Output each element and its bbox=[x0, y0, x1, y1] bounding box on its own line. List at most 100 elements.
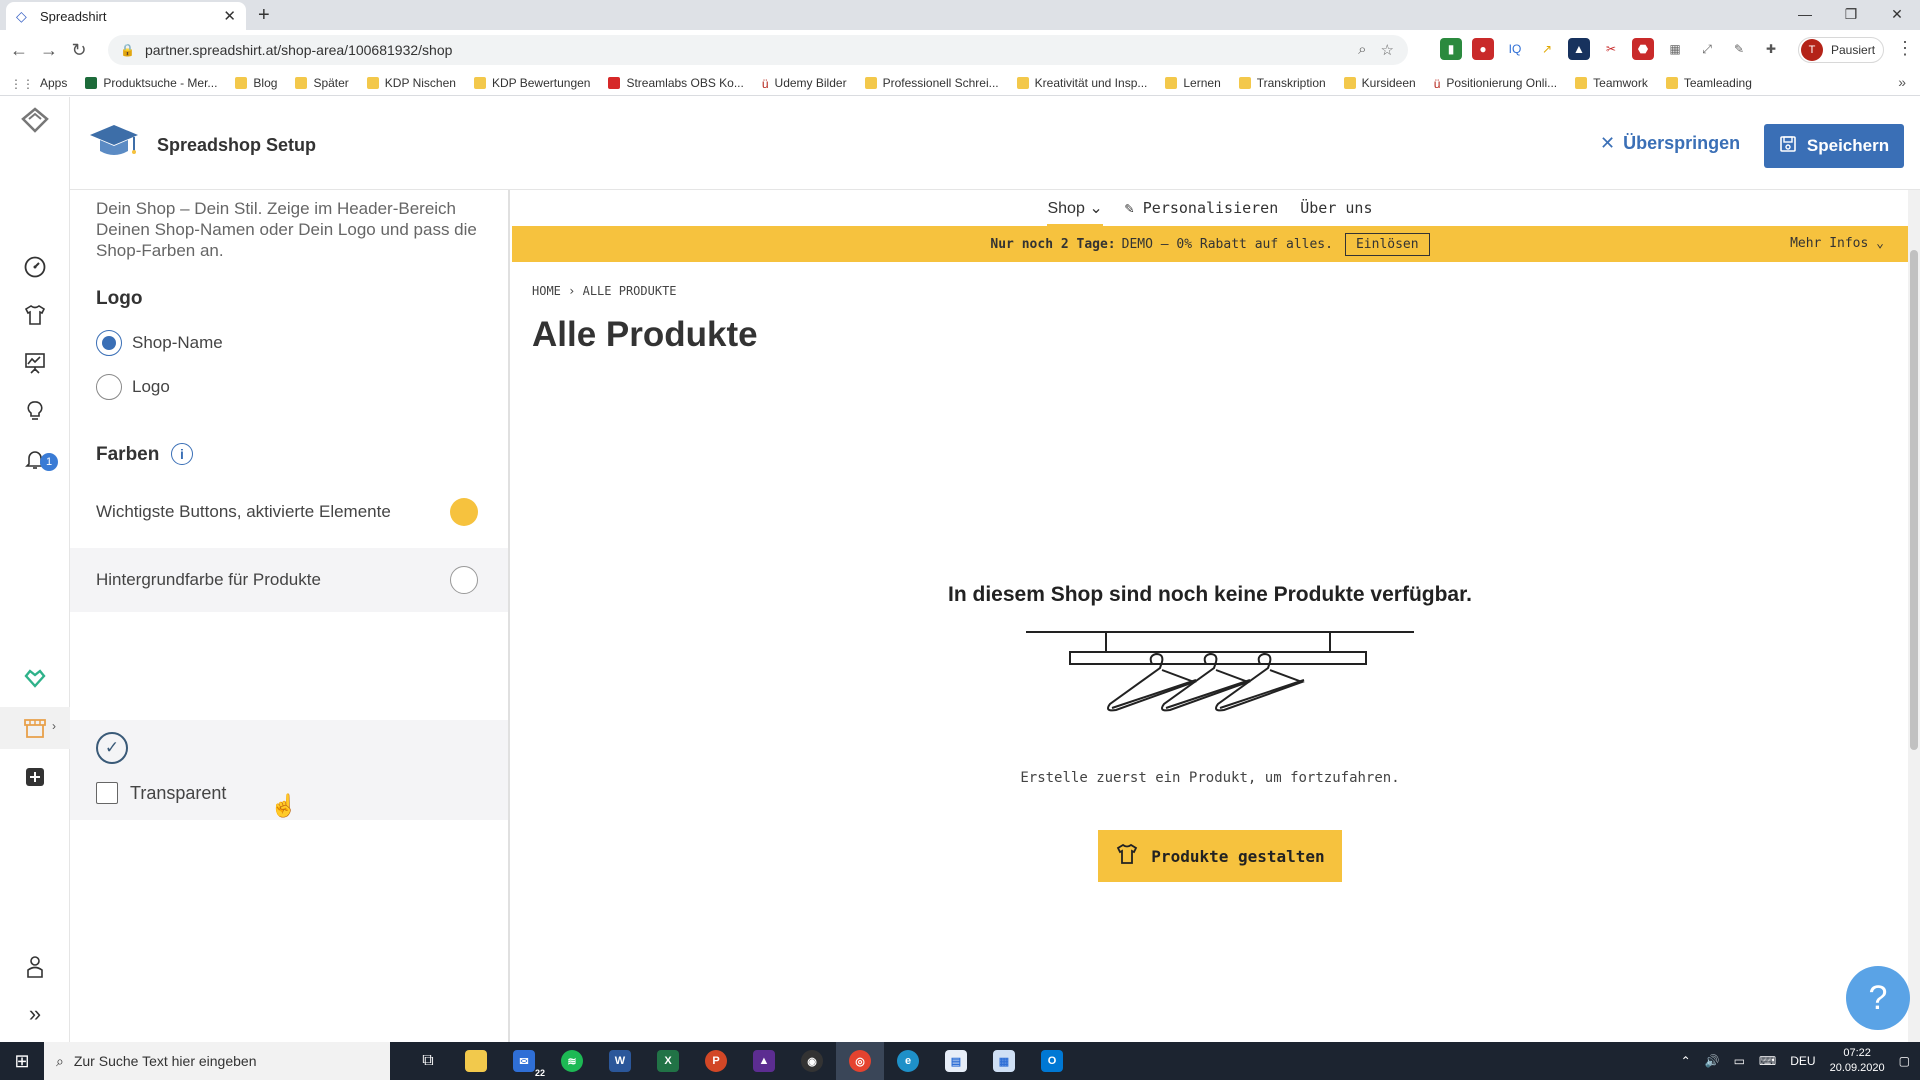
extension-icon[interactable]: ● bbox=[1472, 38, 1494, 60]
extension-icon[interactable]: ▮ bbox=[1440, 38, 1462, 60]
back-icon[interactable]: ← bbox=[4, 40, 34, 61]
extension-icon[interactable]: ↗ bbox=[1536, 38, 1558, 60]
extension-icon[interactable]: ✂ bbox=[1600, 38, 1622, 60]
bookmark-item[interactable]: Teamwork bbox=[1575, 76, 1648, 90]
spreadshirt-logo-icon[interactable] bbox=[20, 105, 50, 135]
shop-icon[interactable] bbox=[20, 713, 50, 743]
more-info-link[interactable]: Mehr Infos ⌄ bbox=[1790, 236, 1884, 251]
new-tab-icon[interactable]: + bbox=[258, 4, 270, 27]
bookmark-item[interactable]: Kreativität und Insp... bbox=[1016, 76, 1147, 90]
address-bar[interactable]: 🔒 partner.spreadshirt.at/shop-area/10068… bbox=[108, 35, 1408, 65]
fullscreen-icon[interactable]: ⤢ bbox=[1696, 38, 1718, 60]
outlook-icon[interactable]: O bbox=[1028, 1042, 1076, 1080]
preview-scrollbar[interactable] bbox=[1908, 190, 1920, 1042]
reload-icon[interactable]: ↻ bbox=[64, 40, 94, 61]
browser-tab[interactable]: ◇ Spreadshirt ✕ bbox=[6, 2, 246, 30]
add-icon[interactable] bbox=[20, 762, 50, 792]
confirm-check-icon[interactable]: ✓ bbox=[96, 732, 128, 764]
design-products-button[interactable]: Produkte gestalten bbox=[1098, 830, 1342, 882]
network-icon[interactable]: ▭ bbox=[1734, 1054, 1745, 1068]
app-icon[interactable]: ▲ bbox=[740, 1042, 788, 1080]
transparent-option[interactable]: Transparent bbox=[96, 782, 226, 804]
tshirt-icon[interactable] bbox=[20, 300, 50, 330]
close-tab-icon[interactable]: ✕ bbox=[223, 7, 236, 25]
bookmark-item[interactable]: Später bbox=[295, 76, 349, 90]
bookmark-item[interactable]: ⋮⋮ Apps bbox=[10, 76, 67, 91]
info-icon[interactable]: i bbox=[171, 443, 193, 465]
spreadshop-heart-icon[interactable] bbox=[20, 662, 50, 692]
windows-start-icon[interactable]: ⊞ bbox=[0, 1042, 44, 1080]
app-icon[interactable]: ▦ bbox=[980, 1042, 1028, 1080]
dashboard-icon[interactable] bbox=[20, 252, 50, 282]
notifications-icon[interactable]: ▢ bbox=[1899, 1054, 1910, 1068]
redeem-button[interactable]: Einlösen bbox=[1344, 232, 1430, 256]
app-icon[interactable]: ▤ bbox=[932, 1042, 980, 1080]
chrome-icon[interactable]: ◎ bbox=[836, 1042, 884, 1080]
save-button[interactable]: Speichern bbox=[1764, 124, 1904, 168]
radio-button[interactable] bbox=[96, 374, 122, 400]
radio-shop-name[interactable]: Shop-Name bbox=[96, 330, 223, 356]
task-view-icon[interactable]: ⧉ bbox=[404, 1042, 452, 1080]
expand-rail-icon[interactable]: » bbox=[20, 999, 50, 1029]
obs-icon[interactable]: ◉ bbox=[788, 1042, 836, 1080]
color-swatch-product-background[interactable] bbox=[450, 566, 478, 594]
extensions-puzzle-icon[interactable]: ✚ bbox=[1760, 38, 1782, 60]
nav-about[interactable]: Über uns bbox=[1300, 199, 1372, 217]
bookmark-item[interactable]: KDP Nischen bbox=[366, 76, 456, 90]
chevron-right-icon[interactable]: › bbox=[52, 719, 56, 733]
bookmark-item[interactable]: ü Udemy Bilder bbox=[762, 76, 847, 91]
color-row-product-background[interactable]: Hintergrundfarbe für Produkte bbox=[70, 548, 508, 612]
radio-button-selected[interactable] bbox=[96, 330, 122, 356]
adblock-icon[interactable]: ⬣ bbox=[1632, 38, 1654, 60]
skip-button[interactable]: ✕ Überspringen bbox=[1600, 133, 1740, 154]
powerpoint-icon[interactable]: P bbox=[692, 1042, 740, 1080]
spotify-icon[interactable]: ≋ bbox=[548, 1042, 596, 1080]
help-button[interactable]: ? bbox=[1846, 966, 1910, 1030]
excel-icon[interactable]: X bbox=[644, 1042, 692, 1080]
extension-icon[interactable]: ▲ bbox=[1568, 38, 1590, 60]
clock[interactable]: 07:22 20.09.2020 bbox=[1830, 1046, 1885, 1076]
minimize-icon[interactable]: — bbox=[1782, 0, 1828, 28]
extension-icon[interactable]: ▦ bbox=[1664, 38, 1686, 60]
color-swatch-primary[interactable] bbox=[450, 498, 478, 526]
word-icon[interactable]: W bbox=[596, 1042, 644, 1080]
more-bookmarks-icon[interactable]: » bbox=[1898, 74, 1906, 90]
breadcrumb-home[interactable]: HOME bbox=[532, 284, 561, 298]
file-explorer-icon[interactable] bbox=[452, 1042, 500, 1080]
mail-icon[interactable]: ✉ 22 bbox=[500, 1042, 548, 1080]
nav-personalize[interactable]: ✎ Personalisieren bbox=[1125, 199, 1279, 217]
bookmark-item[interactable]: ü Positionierung Onli... bbox=[1434, 76, 1557, 91]
bookmark-item[interactable]: KDP Bewertungen bbox=[473, 76, 590, 90]
bookmark-item[interactable]: Professionell Schrei... bbox=[864, 76, 999, 90]
language-indicator[interactable]: DEU bbox=[1790, 1054, 1815, 1068]
close-window-icon[interactable]: ✕ bbox=[1874, 0, 1920, 28]
presentation-chart-icon[interactable] bbox=[20, 348, 50, 378]
zoom-icon[interactable]: ⌕ bbox=[1358, 41, 1366, 59]
bookmark-item[interactable]: Transkription bbox=[1238, 76, 1326, 90]
bookmark-item[interactable]: Lernen bbox=[1165, 76, 1221, 90]
bookmark-item[interactable]: Blog bbox=[235, 76, 277, 90]
user-icon[interactable] bbox=[20, 952, 50, 982]
restore-icon[interactable]: ❐ bbox=[1828, 0, 1874, 28]
bookmark-item[interactable]: Streamlabs OBS Ko... bbox=[608, 76, 744, 90]
keyboard-icon[interactable]: ⌨ bbox=[1759, 1054, 1776, 1068]
nav-shop[interactable]: Shop ⌄ bbox=[1047, 198, 1103, 227]
color-row-primary[interactable]: Wichtigste Buttons, aktivierte Elemente bbox=[70, 480, 508, 544]
scrollbar-thumb[interactable] bbox=[1910, 250, 1918, 750]
chevron-up-icon[interactable]: ⌃ bbox=[1681, 1054, 1691, 1068]
bookmark-star-icon[interactable]: ☆ bbox=[1381, 41, 1394, 59]
eyedropper-icon[interactable]: ✎ bbox=[1728, 38, 1750, 60]
lightbulb-icon[interactable] bbox=[20, 396, 50, 426]
transparent-checkbox[interactable] bbox=[96, 782, 118, 804]
browser-menu-icon[interactable]: ⋮ bbox=[1896, 38, 1914, 59]
profile-button[interactable]: T Pausiert bbox=[1798, 37, 1884, 63]
forward-icon[interactable]: → bbox=[34, 40, 64, 61]
bookmark-item[interactable]: Kursideen bbox=[1343, 76, 1416, 90]
iq-extension-icon[interactable]: IQ bbox=[1504, 38, 1526, 60]
edge-icon[interactable]: e bbox=[884, 1042, 932, 1080]
bookmark-item[interactable]: Teamleading bbox=[1665, 76, 1752, 90]
taskbar-search[interactable]: ⌕ Zur Suche Text hier eingeben bbox=[44, 1042, 390, 1080]
bookmark-item[interactable]: Produktsuche - Mer... bbox=[85, 76, 217, 90]
radio-logo[interactable]: Logo bbox=[96, 374, 170, 400]
volume-icon[interactable]: 🔊 bbox=[1705, 1054, 1720, 1068]
